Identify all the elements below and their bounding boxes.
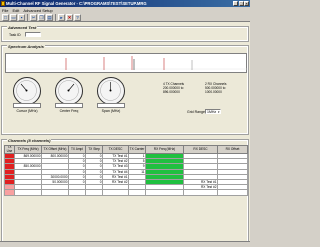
grid-range-value: 1MHz	[207, 110, 217, 114]
window-title: Multi-Channel RF Signal Generator - C:\P…	[6, 1, 147, 6]
chevron-down-icon: ▾	[217, 110, 220, 114]
col-rx-freq[interactable]: RX Freq (MHz)	[145, 145, 184, 154]
col-rx-desc[interactable]: RX DESC	[183, 145, 218, 154]
channels-title: Channels (8 channels)	[7, 138, 52, 143]
menu-edit[interactable]: Edit	[12, 8, 19, 13]
stop-icon[interactable]: ✕	[66, 13, 73, 21]
menu-file[interactable]: File	[2, 8, 8, 13]
tx-channel-range-end: 896.000000	[163, 89, 180, 94]
center-freq-gauge[interactable]	[55, 77, 83, 105]
col-tx-desc[interactable]: TX DESC	[102, 145, 129, 154]
main-panel: Advanced Test Task ID Spectrum Analysis	[0, 22, 250, 247]
grid-range-select[interactable]: 1MHz ▾	[205, 109, 221, 114]
col-rx-offset[interactable]: RX Offset	[217, 145, 248, 154]
paste-icon[interactable]: ▤	[46, 13, 53, 21]
close-button[interactable]: ×	[244, 1, 249, 6]
col-tx-step[interactable]: TX Step	[85, 145, 103, 154]
cursor-readout[interactable]	[13, 103, 41, 108]
cell-rx-offset[interactable]	[217, 189, 248, 196]
new-icon[interactable]: □	[2, 13, 9, 21]
col-tx-ampl[interactable]: TX Ampl	[68, 145, 86, 154]
cell-tx-ampl[interactable]	[68, 189, 86, 196]
maximize-button[interactable]: □	[238, 1, 244, 6]
spectrum-analysis-group: Spectrum Analysis Cursor (MHz) Center Fr…	[1, 44, 249, 135]
span-gauge-label: Span (MHz)	[101, 109, 121, 113]
col-tx-use[interactable]: TX Use	[4, 145, 15, 154]
window-title-bar: Multi-Channel RF Signal Generator - C:\P…	[0, 0, 250, 7]
center-freq-readout[interactable]	[55, 103, 83, 108]
channels-table-body: 869.000000 800.000000 0 0 TX Test #1 1 0 0 TX Te…	[4, 152, 248, 196]
cell-tx-desc[interactable]	[102, 189, 129, 196]
cell-tx-step[interactable]	[85, 189, 103, 196]
col-tx-freq[interactable]: TX Freq (MHz)	[14, 145, 42, 154]
app-icon	[1, 1, 5, 6]
spectrum-analysis-title: Spectrum Analysis	[7, 44, 45, 49]
copy-icon[interactable]: ❐	[38, 13, 45, 21]
channels-group: Channels (8 channels) TX Use TX Freq (MH…	[1, 138, 249, 245]
tx-channel-info: 4 TX Channels 200.000000 to 896.000000	[163, 82, 184, 94]
save-icon[interactable]: ▪	[18, 13, 25, 21]
task-id-input[interactable]	[25, 32, 41, 37]
toolbar: □ ▭ ▪ ✂ ❐ ▤ ▸ ✕ ?	[0, 13, 250, 22]
spectrum-plot	[6, 56, 248, 70]
cell-rx-freq[interactable]	[145, 189, 184, 196]
cursor-gauge-label: Cursor (MHz)	[16, 109, 38, 113]
cursor-gauge[interactable]	[13, 77, 41, 105]
advanced-test-group: Advanced Test Task ID	[1, 25, 249, 42]
menu-advanced-setup[interactable]: Advanced Setup	[23, 8, 52, 13]
toolbar-separator	[55, 13, 56, 21]
toolbar-separator	[27, 13, 28, 21]
cut-icon[interactable]: ✂	[30, 13, 37, 21]
open-icon[interactable]: ▭	[10, 13, 17, 21]
rx-channel-range-end: 1000.00000	[205, 89, 222, 94]
grid-range-label: Grid Range	[187, 110, 205, 114]
advanced-test-title: Advanced Test	[7, 25, 38, 30]
spectrum-display	[5, 53, 248, 73]
run-icon[interactable]: ▸	[58, 13, 65, 21]
cell-rx-desc[interactable]	[183, 189, 218, 196]
gauge-dial-icon	[16, 80, 37, 101]
task-id-label: Task ID	[9, 33, 21, 37]
gauge-dial-icon	[58, 80, 79, 101]
cell-tx-freq[interactable]	[14, 189, 42, 196]
help-icon[interactable]: ?	[74, 13, 81, 21]
col-tx-carrier[interactable]: TX Carrier	[128, 145, 146, 154]
span-readout[interactable]	[97, 103, 125, 108]
channels-table: TX Use TX Freq (MHz) TX Offset (MHz) TX …	[4, 145, 248, 196]
status-bar	[0, 241, 250, 247]
cell-tx-use[interactable]	[4, 189, 15, 196]
col-tx-offset[interactable]: TX Offset (MHz)	[41, 145, 69, 154]
rx-channel-info: 2 RX Channels 500.000000 to 1000.00000	[205, 82, 226, 94]
channels-header-row: TX Use TX Freq (MHz) TX Offset (MHz) TX …	[4, 145, 248, 154]
gauge-dial-icon	[100, 80, 121, 101]
cell-tx-offset[interactable]	[41, 189, 69, 196]
minimize-button[interactable]: _	[233, 1, 238, 6]
table-row[interactable]	[4, 189, 248, 196]
span-gauge[interactable]	[97, 77, 125, 105]
cell-tx-carrier[interactable]	[128, 189, 146, 196]
center-freq-gauge-label: Center Freq	[59, 109, 79, 113]
